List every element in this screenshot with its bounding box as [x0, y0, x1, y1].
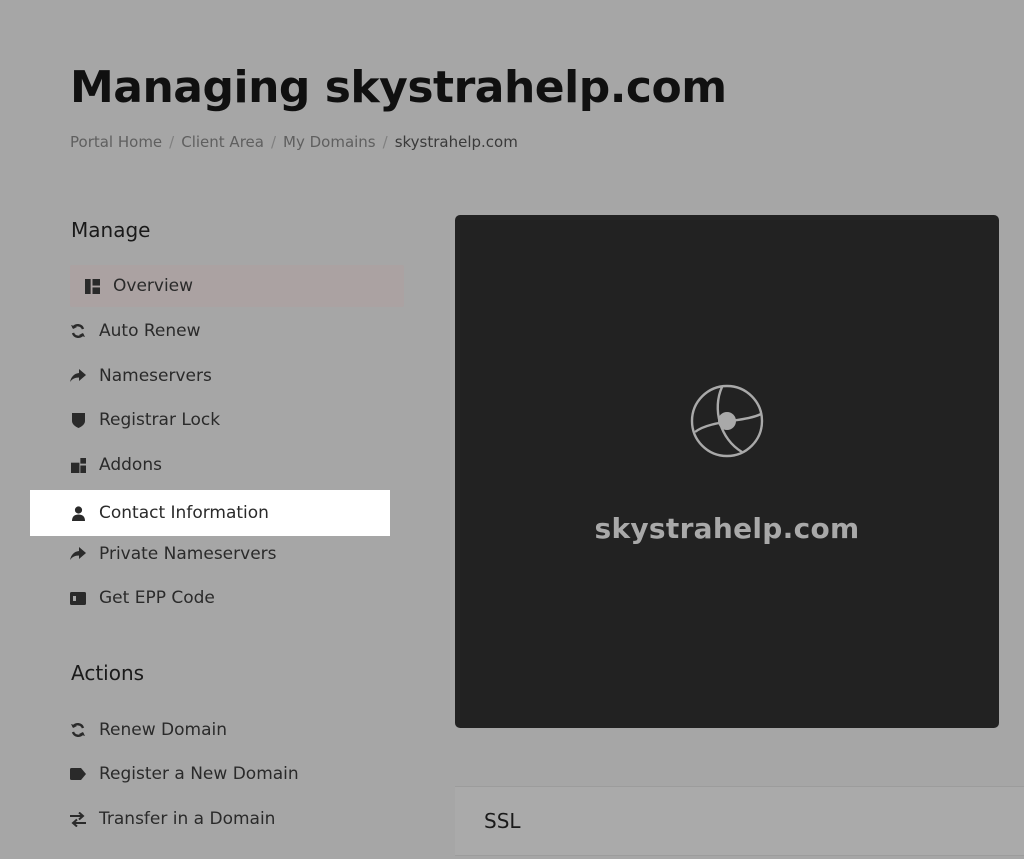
sync-icon: [70, 323, 86, 339]
breadcrumb-separator: /: [270, 133, 277, 151]
action-label: Transfer in a Domain: [99, 809, 276, 829]
actions-section-title: Actions: [71, 661, 145, 685]
action-register-new-domain[interactable]: Register a New Domain: [70, 754, 404, 794]
breadcrumb-separator: /: [382, 133, 388, 151]
page-title: Managing skystrahelp.com: [70, 62, 727, 113]
sync-icon: [70, 722, 86, 738]
sidebar-item-label: Auto Renew: [99, 321, 201, 341]
sidebar-item-addons[interactable]: Addons: [70, 445, 404, 485]
domain-card: skystrahelp.com: [455, 215, 999, 728]
sidebar-item-label: Get EPP Code: [99, 588, 215, 608]
share-arrow-icon: [70, 546, 86, 562]
sidebar-item-contact-information[interactable]: Contact Information: [30, 490, 390, 536]
shield-icon: [70, 412, 86, 428]
sidebar-item-label: Overview: [113, 276, 194, 296]
manage-section-title: Manage: [71, 218, 151, 242]
sidebar-item-label: Nameservers: [99, 366, 212, 386]
breadcrumb-my-domains[interactable]: My Domains: [283, 133, 376, 151]
sidebar-item-overview[interactable]: Overview: [70, 265, 404, 307]
domain-name: skystrahelp.com: [594, 512, 860, 545]
action-label: Renew Domain: [99, 720, 228, 740]
breadcrumb-current: skystrahelp.com: [394, 133, 518, 151]
sidebar-item-label: Registrar Lock: [99, 410, 221, 430]
ssl-panel: SSL: [455, 786, 1024, 856]
share-arrow-icon: [70, 368, 86, 384]
tag-icon: [70, 766, 86, 782]
exchange-icon: [70, 811, 86, 827]
sidebar-item-private-nameservers[interactable]: Private Nameservers: [70, 534, 404, 574]
action-label: Register a New Domain: [99, 764, 299, 784]
breadcrumb-portal-home[interactable]: Portal Home: [70, 133, 162, 151]
action-transfer-domain[interactable]: Transfer in a Domain: [70, 799, 404, 839]
breadcrumb-separator: /: [169, 133, 175, 151]
sidebar-item-get-epp-code[interactable]: Get EPP Code: [70, 578, 404, 618]
sidebar-item-label: Addons: [99, 455, 162, 475]
ssl-title: SSL: [484, 809, 521, 833]
id-card-icon: [70, 590, 86, 606]
breadcrumb: Portal Home / Client Area / My Domains /…: [70, 133, 518, 151]
sidebar-item-label: Contact Information: [99, 503, 269, 523]
dashboard-icon: [84, 278, 100, 294]
sidebar-item-label: Private Nameservers: [99, 544, 277, 564]
globe-icon: [690, 384, 764, 462]
user-icon: [70, 505, 86, 521]
sidebar-item-registrar-lock[interactable]: Registrar Lock: [70, 400, 404, 440]
action-renew-domain[interactable]: Renew Domain: [70, 710, 404, 750]
sidebar-item-nameservers[interactable]: Nameservers: [70, 356, 404, 396]
breadcrumb-client-area[interactable]: Client Area: [181, 133, 264, 151]
cubes-icon: [70, 457, 86, 473]
sidebar-item-auto-renew[interactable]: Auto Renew: [70, 311, 404, 351]
